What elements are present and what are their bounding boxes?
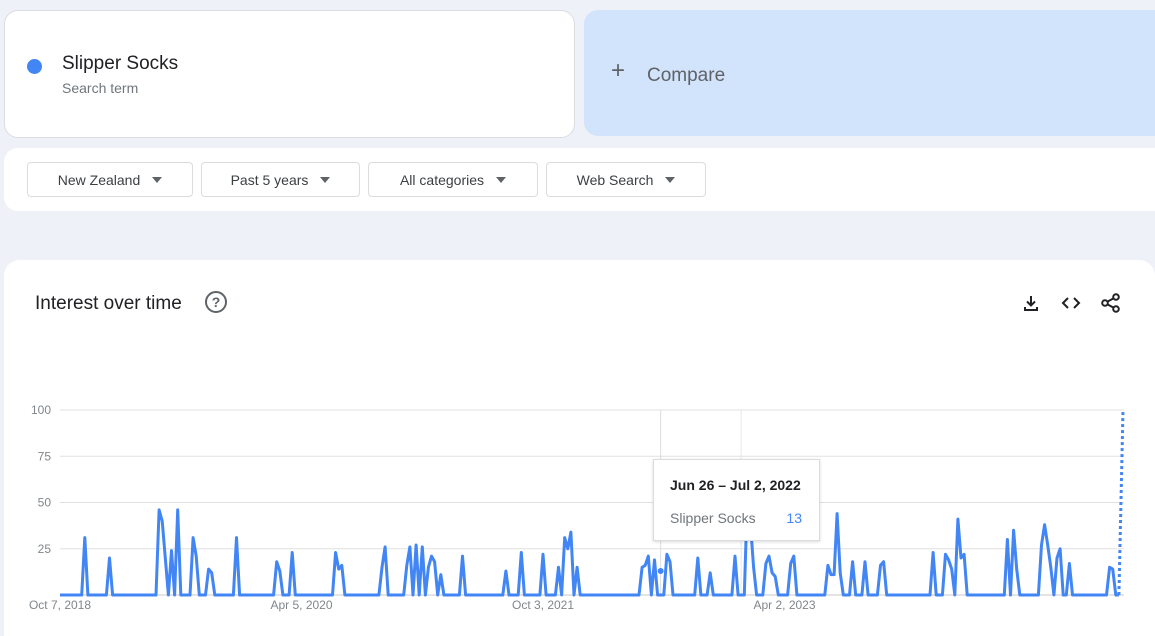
y-tick-label: 50 — [38, 496, 52, 510]
chart-tooltip: Jun 26 – Jul 2, 2022 Slipper Socks 13 — [653, 459, 820, 541]
x-tick-label: Apr 5, 2020 — [270, 598, 332, 612]
tooltip-date: Jun 26 – Jul 2, 2022 — [670, 477, 801, 493]
tooltip-term: Slipper Socks — [670, 510, 756, 526]
interest-line-chart[interactable]: 100 75 50 25 Oct 7, 2018 Apr 5, 2020 Oct 3, 20… — [0, 0, 1155, 636]
x-tick-label: Oct 7, 2018 — [29, 598, 91, 612]
y-tick-label: 75 — [38, 449, 52, 463]
y-tick-label: 25 — [38, 542, 52, 556]
x-tick-label: Apr 2, 2023 — [753, 598, 815, 612]
series-line-slipper-socks — [60, 493, 1119, 597]
hover-point-marker — [657, 567, 664, 574]
y-tick-label: 100 — [31, 403, 51, 417]
partial-data-line — [1117, 409, 1125, 596]
tooltip-value: 13 — [786, 510, 802, 526]
x-tick-label: Oct 3, 2021 — [512, 598, 574, 612]
